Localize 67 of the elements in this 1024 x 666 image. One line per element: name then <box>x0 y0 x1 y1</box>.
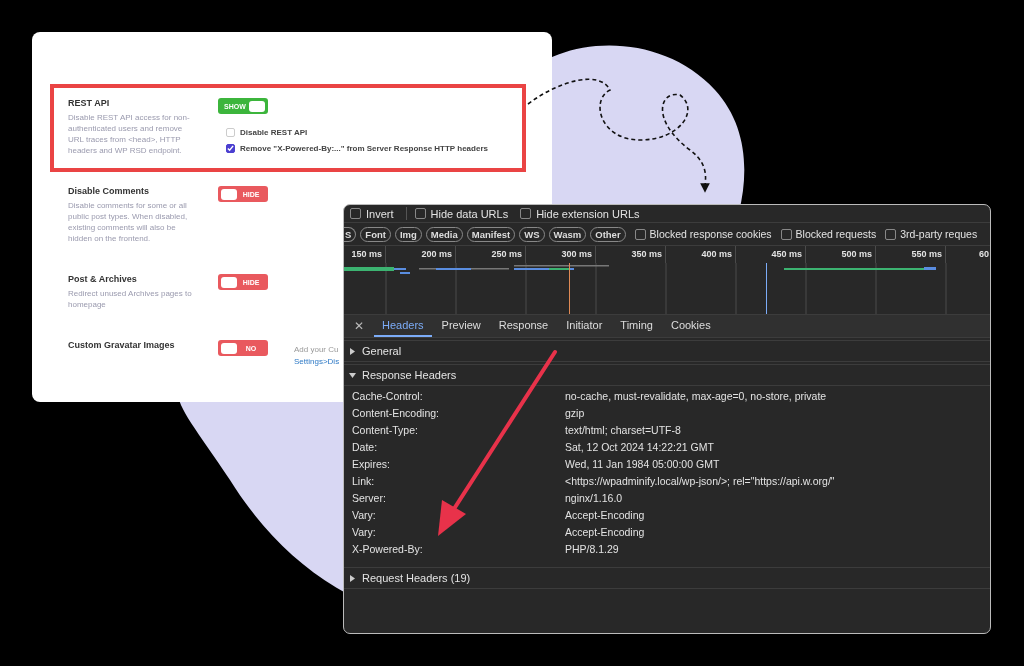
time-tick: 150 ms <box>351 249 382 259</box>
header-name: Vary: <box>352 508 377 522</box>
header-value: no-cache, must-revalidate, max-age=0, no-store, private <box>565 389 828 403</box>
header-name: Vary: <box>352 525 377 539</box>
time-tick: 500 ms <box>841 249 872 259</box>
panel-tab[interactable]: Headers <box>374 315 432 337</box>
time-tick: 350 ms <box>631 249 662 259</box>
setting-title: REST API <box>68 98 111 108</box>
header-name: Cache-Control: <box>352 389 424 403</box>
checkbox[interactable] <box>520 208 532 219</box>
caret-icon <box>349 574 356 582</box>
close-button[interactable]: ✕ <box>352 315 372 337</box>
checkbox-label: Invert <box>366 207 394 220</box>
checkbox[interactable] <box>634 228 646 240</box>
time-tick: 450 ms <box>771 249 802 259</box>
time-tick: 300 ms <box>561 249 592 259</box>
header-name: Link: <box>352 474 376 488</box>
panel-tab[interactable]: Preview <box>433 315 489 337</box>
checkbox-label: 3rd-party reques <box>900 228 978 240</box>
header-value: text/html; charset=UTF-8 <box>565 423 682 437</box>
header-value: gzip <box>565 406 586 420</box>
header-value: Accept-Encoding <box>565 508 646 522</box>
setting-title: Disable Comments <box>68 186 151 196</box>
checkbox-label: Remove "X-Powered-By:..." from Server Response HTTP headers <box>240 144 488 153</box>
time-tick: 200 ms <box>421 249 452 259</box>
checkbox-label: Disable REST API <box>240 128 308 137</box>
header-value: PHP/8.1.29 <box>565 542 620 556</box>
time-tick: 60 <box>979 249 989 259</box>
header-name: Content-Encoding: <box>352 406 440 420</box>
panel-tab[interactable]: Response <box>490 315 557 337</box>
setting-description: Redirect unused Archives pages to homepage <box>68 288 193 310</box>
panel-tab[interactable]: Initiator <box>558 315 611 337</box>
checkbox[interactable] <box>350 208 361 219</box>
header-name: Content-Type: <box>352 423 419 437</box>
section-header[interactable]: Request Headers (19) <box>344 567 990 589</box>
checkbox-label: Blocked requests <box>795 228 877 240</box>
setting-title: Custom Gravatar Images <box>68 340 176 350</box>
header-name: X-Powered-By: <box>352 542 424 556</box>
caret-icon <box>349 347 356 355</box>
section-header[interactable]: General <box>344 340 990 362</box>
header-value: <https://wpadminify.local/wp-json/>; rel="https://api.w.org/" <box>565 474 836 488</box>
header-value: Sat, 12 Oct 2024 14:22:21 GMT <box>565 440 715 454</box>
checkbox[interactable] <box>414 208 426 219</box>
header-value: Accept-Encoding <box>565 525 646 539</box>
header-name: Expires: <box>352 457 391 471</box>
panel-tab[interactable]: Timing <box>612 315 661 337</box>
setting-description: Disable comments for some or all public post types. When disabled, existing comments will also be hidden on the frontend. <box>68 200 189 244</box>
setting-title: Post & Archives <box>68 274 138 284</box>
setting-description: Disable REST API access for non-authenticated users and remove URL traces from <head>, HTTP headers and WP RSD endpoint. <box>68 112 191 156</box>
panel-tab[interactable]: Cookies <box>662 315 719 337</box>
checkbox[interactable] <box>226 144 235 153</box>
section-header[interactable]: Response Headers <box>344 364 990 386</box>
settings-link[interactable]: Settings>Dis <box>294 356 340 368</box>
header-name: Date: <box>352 440 379 454</box>
checkbox[interactable] <box>780 228 792 240</box>
header-name: Server: <box>352 491 387 505</box>
caret-icon <box>349 371 356 379</box>
header-value: Wed, 11 Jan 1984 05:00:00 GMT <box>565 457 721 471</box>
setting-note: Add your Cu <box>294 344 340 356</box>
time-tick: 400 ms <box>701 249 732 259</box>
checkbox-label: Hide data URLs <box>430 207 509 220</box>
header-value: nginx/1.16.0 <box>565 491 624 505</box>
time-tick: 550 ms <box>911 249 942 259</box>
checkbox-label: Blocked response cookies <box>649 228 772 240</box>
time-tick: 250 ms <box>491 249 522 259</box>
checkbox[interactable] <box>885 228 897 240</box>
checkbox-label: Hide extension URLs <box>536 207 640 220</box>
